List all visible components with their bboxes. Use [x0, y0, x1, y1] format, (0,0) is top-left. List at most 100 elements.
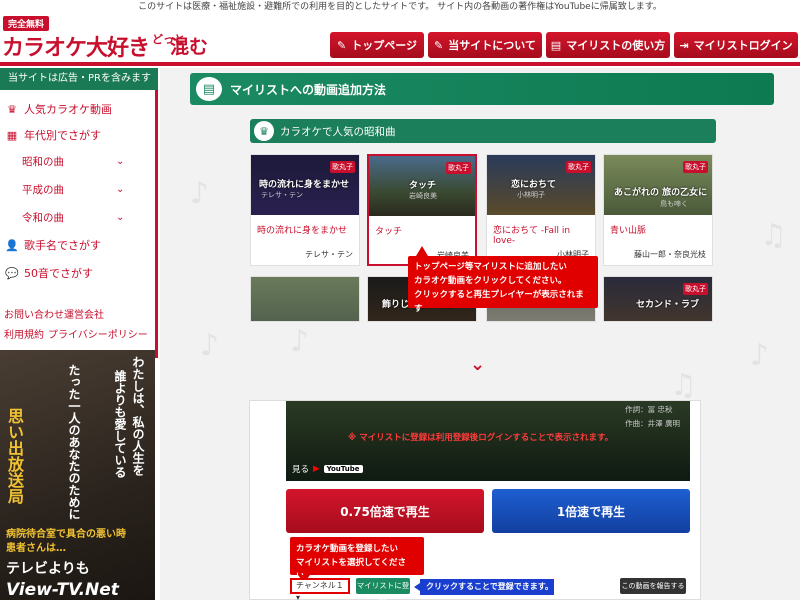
channel-select[interactable]: チャンネル１ ▾ — [290, 578, 350, 600]
howto-tooltip: トップページ等マイリストに追加したい カラオケ動画をクリックしてください。 クリ… — [408, 246, 598, 314]
link-terms[interactable]: 利用規約 — [4, 326, 44, 341]
badge: 歌丸子 — [446, 162, 471, 174]
video-artist: 藤山一郎・奈良光枝 — [634, 250, 706, 259]
add-to-mylist-button[interactable]: マイリストに登録 — [356, 578, 410, 600]
logo-main: カラオケ大好き — [2, 36, 150, 61]
sidebar-item-label: 平成の曲 — [22, 183, 64, 196]
sidebar-item-label: 50音でさがす — [24, 267, 93, 280]
section-banner: ▤ マイリストへの動画追加方法 — [190, 73, 774, 105]
badge: 歌丸子 — [683, 283, 708, 295]
chevron-down-icon: ⌄ — [116, 183, 125, 195]
select-mylist-tooltip: カラオケ動画を登録したい マイリストを選択してください。 — [290, 537, 424, 583]
sidebar-item-reiwa[interactable]: 令和の曲 ⌄ — [0, 204, 155, 230]
youtube-logo: YouTube — [323, 465, 363, 473]
login-warning: ※ マイリストに登録は利用登録後ログインすることで表示されます。 — [348, 433, 614, 443]
site-notice: このサイトは医療・福祉施設・避難所での利用を目的としたサイトです。 サイト内の各… — [138, 2, 662, 12]
nav-label: マイリストログイン — [693, 39, 793, 52]
ad-disclosure: 当サイトは広告・PRを含みます — [0, 68, 158, 90]
poster-logo: View-TV.Net — [6, 580, 119, 600]
thumb-lyric-sub: 小林明子 — [517, 191, 545, 199]
video-card[interactable]: 歌丸子 あこがれの 旅の乙女に 鳥も啼く 青い山脈 藤山一郎・奈良光枝 — [603, 154, 713, 266]
nav-about-button[interactable]: ✎ 当サイトについて — [428, 32, 542, 58]
music-note-icon: ♪ — [290, 324, 310, 359]
sidebar: 当サイトは広告・PRを含みます ♛ 人気カラオケ動画 ▦ 年代別でさがす 昭和の… — [0, 68, 158, 600]
pen-icon: ✎ — [434, 38, 444, 52]
badge: 歌丸子 — [683, 161, 708, 173]
poster-tv: テレビよりも — [6, 561, 90, 577]
tooltip-line: カラオケ動画を登録したい — [296, 544, 399, 554]
sidebar-item-showa[interactable]: 昭和の曲 ⌄ — [0, 148, 155, 174]
speech-icon: 💬 — [5, 266, 19, 280]
book-icon: ▤ — [196, 77, 222, 101]
video-title: タッチ — [375, 227, 403, 237]
sidebar-item-label: 歌手名でさがす — [24, 239, 101, 252]
video-title: 時の流れに身をまかせ — [257, 226, 348, 236]
sidebar-item-label: 昭和の曲 — [22, 155, 64, 168]
book-icon: ▤ — [550, 38, 562, 52]
music-note-icon: ♪ — [190, 176, 210, 211]
sidebar-item-by-kana[interactable]: 💬 50音でさがす — [0, 260, 155, 286]
link-contact[interactable]: お問い合わせ — [4, 306, 64, 321]
watch-label: 見る — [292, 465, 310, 475]
nav-label: マイリストの使い方 — [566, 39, 666, 52]
video-thumbnail: 歌丸子 恋におちて 小林明子 — [487, 155, 595, 215]
main-content: ♪ ♫ ♪ ♪ ♪ ♫ ▤ マイリストへの動画追加方法 ♛ カラオケで人気の昭和… — [160, 68, 800, 600]
poster-copy-2: 誰よりも愛している — [113, 370, 127, 478]
subbanner-title: カラオケで人気の昭和曲 — [280, 125, 396, 138]
video-card[interactable] — [250, 276, 360, 322]
thumb-lyric-sub: テレサ・テン — [261, 191, 303, 199]
video-card[interactable]: 歌丸子 セカンド・ラブ — [603, 276, 713, 322]
video-credit: 作詞：冨 忠秋 作曲：井澤 廣明 — [625, 403, 680, 431]
poster-bottom-1: 病院待合室で具合の悪い時 — [6, 529, 126, 540]
badge: 歌丸子 — [566, 161, 591, 173]
register-tooltip: クリックすることで登録できます。 — [414, 579, 554, 595]
poster-bottom-2: 患者さんは… — [6, 543, 66, 554]
login-icon: ⇥ — [679, 38, 689, 52]
video-thumbnail: 歌丸子 セカンド・ラブ — [604, 277, 712, 321]
site-logo[interactable]: 完全無料 カラオケ大好き どっと 混む — [0, 14, 210, 66]
play-075x-button[interactable]: 0.75倍速で再生 — [286, 489, 484, 533]
sidebar-item-by-era[interactable]: ▦ 年代別でさがす — [0, 122, 155, 148]
music-note-icon: ♪ — [200, 328, 220, 363]
link-privacy[interactable]: プライバシーポリシー — [48, 326, 148, 341]
thumb-lyric: タッチ — [409, 181, 437, 191]
video-thumbnail — [251, 277, 359, 321]
nav-login-button[interactable]: ⇥ マイリストログイン — [674, 32, 798, 58]
crown-icon: ♛ — [254, 121, 274, 141]
video-thumbnail: 歌丸子 あこがれの 旅の乙女に 鳥も啼く — [604, 155, 712, 215]
nav-mylist-howto-button[interactable]: ▤ マイリストの使い方 — [546, 32, 670, 58]
video-thumbnail: 歌丸子 タッチ 岩崎良美 — [369, 156, 475, 216]
sidebar-ad-poster[interactable]: わたしは、私の人生を 誰よりも愛している たった一人のあなたのために 思い出放送… — [0, 350, 155, 600]
video-title: 青い山脈 — [610, 226, 647, 236]
calendar-icon: ▦ — [6, 128, 18, 142]
logo-big: 混む — [170, 36, 209, 58]
poster-title: 思い出放送局 — [5, 408, 24, 504]
video-card[interactable]: 歌丸子 時の流れに身をまかせ テレサ・テン 時の流れに身をまかせ テレサ・テン — [250, 154, 360, 266]
person-icon: 👤 — [5, 238, 19, 252]
thumb-lyric-sub: 岩崎良美 — [409, 192, 437, 200]
sidebar-item-popular[interactable]: ♛ 人気カラオケ動画 — [0, 96, 155, 122]
music-note-icon: ♪ — [750, 338, 770, 373]
watch-on-youtube[interactable]: 見る ▶ YouTube — [292, 463, 363, 475]
video-player[interactable]: 作詞：冨 忠秋 作曲：井澤 廣明 ※ マイリストに登録は利用登録後ログインするこ… — [286, 401, 690, 481]
nav-label: トップページ — [351, 39, 417, 52]
tooltip-line: カラオケ動画をクリックしてください。 — [414, 276, 567, 286]
chevron-down-icon: ⌄ — [470, 354, 486, 375]
nav-top-button[interactable]: ✎ トップページ — [330, 32, 424, 58]
play-icon: ▶ — [313, 464, 320, 474]
music-note-icon: ♫ — [760, 218, 787, 253]
sidebar-item-label: 人気カラオケ動画 — [24, 103, 112, 116]
crown-icon: ♛ — [7, 102, 17, 116]
link-company[interactable]: 運営会社 — [64, 306, 104, 321]
credit-composer: 作曲：井澤 廣明 — [625, 419, 680, 428]
report-video-button[interactable]: この動画を報告する — [620, 578, 686, 594]
play-1x-button[interactable]: 1倍速で再生 — [492, 489, 690, 533]
sidebar-item-by-singer[interactable]: 👤 歌手名でさがす — [0, 232, 155, 258]
sidebar-item-heisei[interactable]: 平成の曲 ⌄ — [0, 176, 155, 202]
poster-copy-3: たった一人のあなたのために — [67, 364, 81, 520]
video-card[interactable]: 歌丸子 恋におちて 小林明子 恋におちて -Fall in love- 小林明子 — [486, 154, 596, 266]
sidebar-item-label: 令和の曲 — [22, 211, 64, 224]
badge: 歌丸子 — [330, 161, 355, 173]
thumb-lyric: セカンド・ラブ — [636, 300, 700, 310]
thumb-lyric: あこがれの 旅の乙女に — [614, 188, 708, 198]
